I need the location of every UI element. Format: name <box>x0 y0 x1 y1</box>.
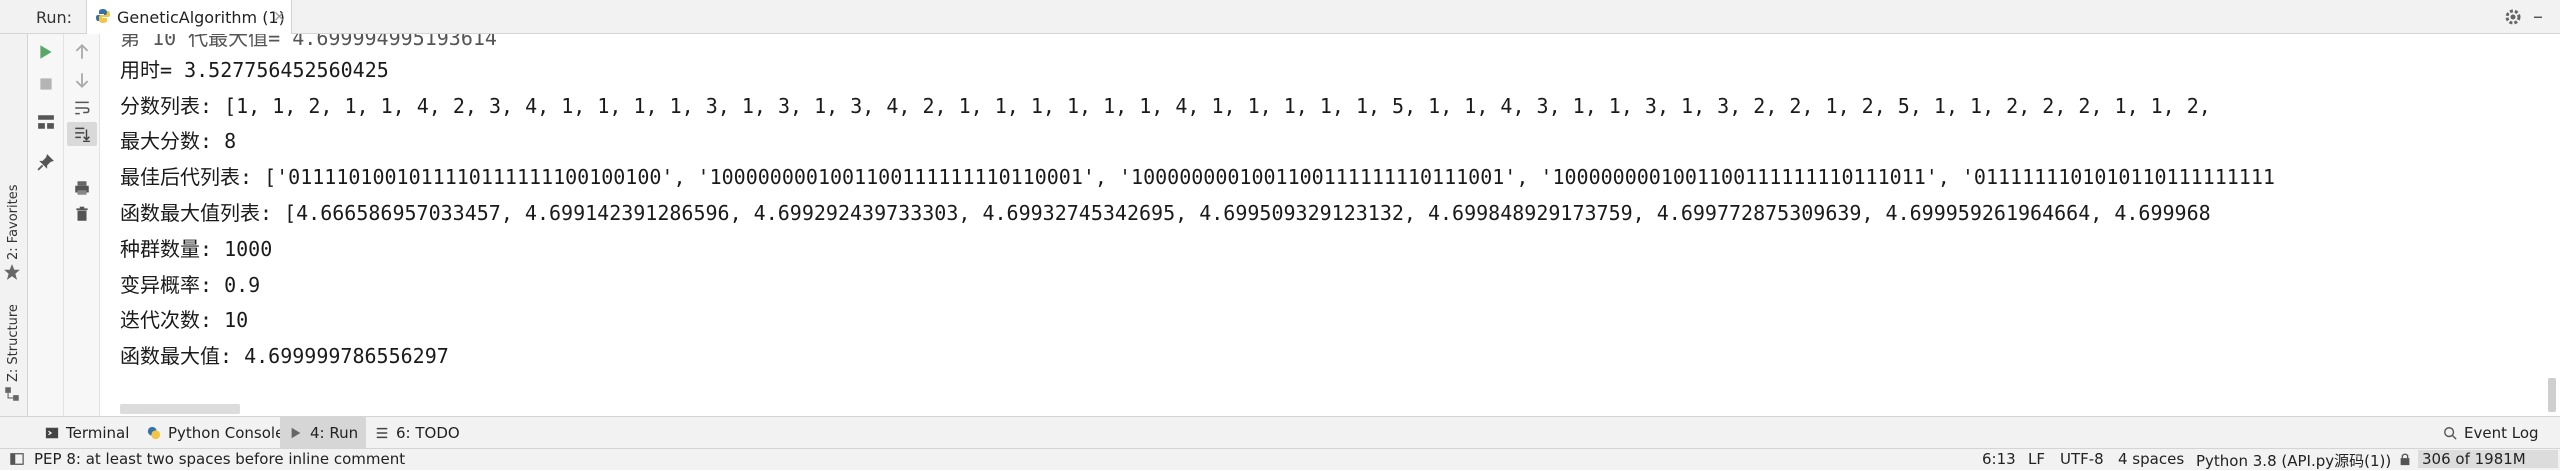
console-actions-column <box>64 34 100 416</box>
indent-setting[interactable]: 4 spaces <box>2118 450 2184 468</box>
soft-wrap-icon[interactable] <box>70 96 94 120</box>
console-line: 最佳后代列表: ['011110100101111011111110010010… <box>120 165 2275 189</box>
print-icon[interactable] <box>70 176 94 200</box>
tab-event-log[interactable]: Event Log <box>2436 417 2545 448</box>
status-message: PEP 8: at least two spaces before inline… <box>34 450 406 468</box>
run-config-tab[interactable]: GeneticAlgorithm (1) × <box>86 0 292 34</box>
tab-run-label: 4: Run <box>310 423 359 442</box>
structure-icon <box>2 384 22 404</box>
run-tool-header: Run: GeneticAlgorithm (1) × – <box>0 0 2560 34</box>
tab-python-console-label: Python Console <box>168 423 285 442</box>
python-icon <box>95 8 111 24</box>
run-controls-column <box>28 34 64 416</box>
search-icon <box>2442 425 2458 441</box>
python-icon <box>146 425 162 441</box>
console-line: 变异概率: 0.9 <box>120 273 261 297</box>
tab-todo[interactable]: 6: TODO <box>368 417 466 448</box>
favorites-tab[interactable]: 2: Favorites <box>6 184 21 260</box>
horizontal-scrollbar[interactable] <box>120 404 240 414</box>
tab-terminal[interactable]: Terminal <box>38 417 135 448</box>
close-icon[interactable]: × <box>273 7 286 25</box>
console-line: 最大分数: 8 <box>120 129 237 153</box>
memory-indicator[interactable]: 306 of 1981M <box>2418 450 2558 468</box>
file-encoding[interactable]: UTF-8 <box>2060 450 2104 468</box>
star-icon <box>2 262 22 282</box>
status-toggle-icon[interactable] <box>10 452 24 470</box>
tab-event-log-label: Event Log <box>2464 423 2539 442</box>
console-line: 迭代次数: 10 <box>120 308 249 332</box>
left-tool-strip: 2: Favorites Z: Structure <box>0 34 28 416</box>
console-line: 分数列表: [1, 1, 2, 1, 1, 4, 2, 3, 4, 1, 1, … <box>120 94 2211 118</box>
tab-run[interactable]: 4: Run <box>280 417 367 448</box>
scroll-to-end-icon[interactable] <box>67 122 97 146</box>
minimize-icon[interactable]: – <box>2533 4 2543 28</box>
gear-icon[interactable] <box>2503 7 2523 27</box>
arrow-down-icon[interactable] <box>70 68 94 92</box>
console-line: 种群数量: 1000 <box>120 237 273 261</box>
rerun-icon[interactable] <box>34 40 58 64</box>
status-bar: PEP 8: at least two spaces before inline… <box>0 448 2560 470</box>
structure-tab[interactable]: Z: Structure <box>6 304 21 382</box>
tab-terminal-label: Terminal <box>66 423 130 442</box>
pin-icon[interactable] <box>34 150 58 174</box>
tool-window-bar: Terminal Python Console 4: Run 6: TODO E… <box>0 416 2560 448</box>
trash-icon[interactable] <box>70 202 94 226</box>
console-line: 函数最大值: 4.699999786556297 <box>120 344 449 368</box>
vertical-scrollbar[interactable] <box>2548 378 2556 412</box>
python-interpreter[interactable]: Python 3.8 (API.py源码(1)) <box>2196 450 2391 471</box>
run-label: Run: <box>36 8 73 27</box>
console-line: 函数最大值列表: [4.666586957033457, 4.699142391… <box>120 201 2211 225</box>
layout-icon[interactable] <box>34 110 58 134</box>
terminal-icon <box>44 425 60 441</box>
console-line: 用时= 3.527756452560425 <box>120 58 389 82</box>
console-line-partial: 第 10 代最大值= 4.699994995193614 <box>120 34 497 50</box>
run-tab-title: GeneticAlgorithm (1) <box>117 8 285 27</box>
arrow-up-icon[interactable] <box>70 40 94 64</box>
tab-python-console[interactable]: Python Console <box>140 417 290 448</box>
console-output[interactable]: 第 10 代最大值= 4.699994995193614 用时= 3.52775… <box>100 34 2560 416</box>
play-icon <box>288 425 304 441</box>
line-separator[interactable]: LF <box>2028 450 2045 468</box>
list-icon <box>374 425 390 441</box>
lock-icon[interactable] <box>2398 452 2412 470</box>
stop-icon[interactable] <box>34 72 58 96</box>
caret-position[interactable]: 6:13 <box>1982 450 2016 468</box>
tab-todo-label: 6: TODO <box>396 423 460 442</box>
